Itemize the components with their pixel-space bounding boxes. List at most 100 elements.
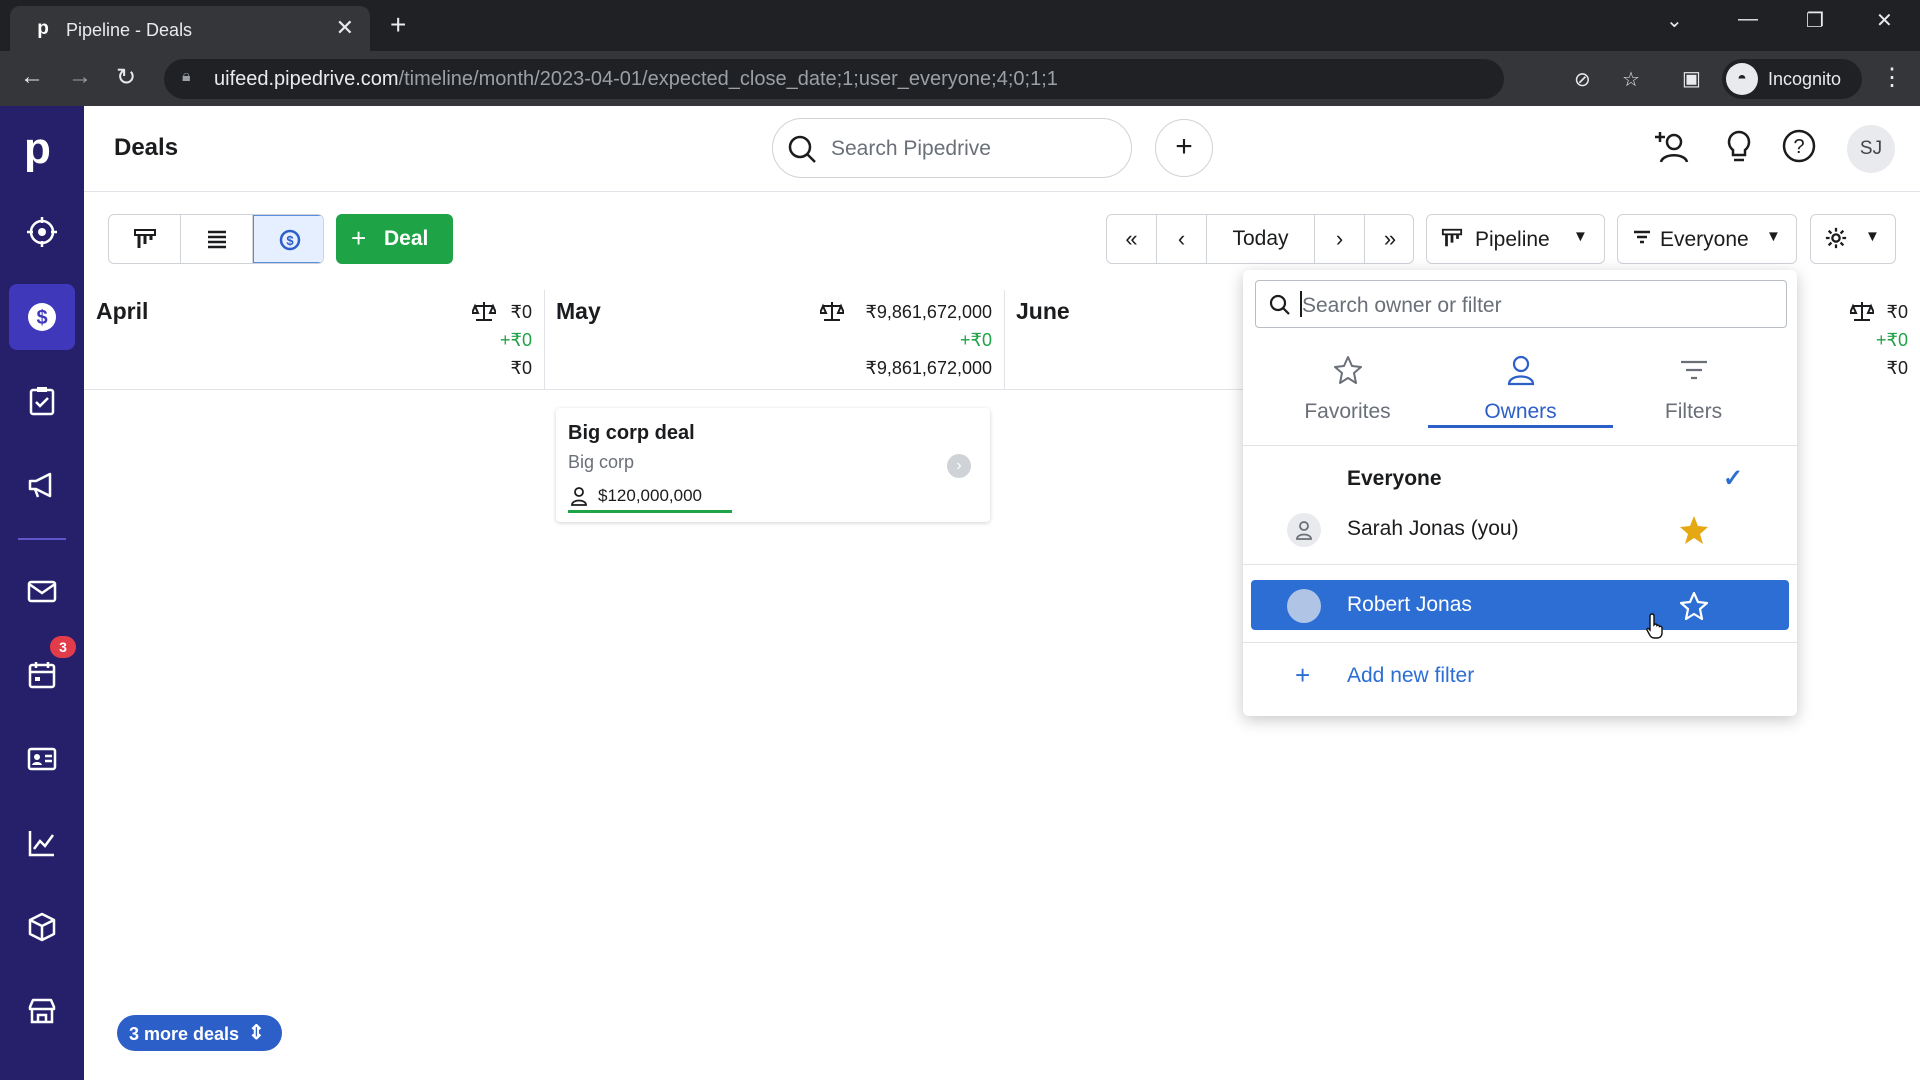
incognito-label: Incognito <box>1768 69 1842 89</box>
invite-user-icon[interactable] <box>1654 128 1694 168</box>
weighted-scale-icon <box>472 302 496 321</box>
insights-icon[interactable] <box>9 810 75 876</box>
back-icon[interactable]: ← <box>20 63 44 91</box>
activities-icon[interactable] <box>9 368 75 434</box>
marketplace-icon[interactable] <box>9 978 75 1044</box>
address-bar[interactable]: 🔒︎ uifeed.pipedrive.com/timeline/month/2… <box>164 59 1640 99</box>
column-total: ₹0 <box>1886 302 1908 322</box>
browser-tab[interactable]: p Pipeline - Deals ✕ <box>10 6 370 51</box>
previous-icon[interactable]: ‹ <box>1157 215 1207 263</box>
chevron-right-icon[interactable]: › <box>947 454 971 478</box>
help-icon[interactable]: ? <box>1781 128 1817 164</box>
lightbulb-icon[interactable] <box>1724 128 1754 168</box>
list-view-button[interactable] <box>181 215 253 263</box>
owner-filter-search-input[interactable]: Search owner or filter <box>1255 280 1787 328</box>
minimize-icon[interactable]: — <box>1738 8 1758 31</box>
jump-back-icon[interactable]: « <box>1107 215 1157 263</box>
close-tab-icon[interactable]: ✕ <box>336 15 354 41</box>
column-weighted: ₹0 <box>1886 358 1908 378</box>
svg-text:?: ? <box>1793 136 1804 158</box>
forward-icon[interactable]: → <box>68 63 92 91</box>
pipedrive-favicon-icon: p <box>37 18 49 39</box>
owner-option-everyone[interactable]: Everyone ✓ <box>1251 454 1789 504</box>
person-icon <box>1507 355 1535 386</box>
owner-name: Robert Jonas <box>1347 593 1472 616</box>
browser-menu-icon[interactable]: ⋮ <box>1880 63 1904 92</box>
plus-icon: + <box>351 223 367 253</box>
tab-search-icon[interactable]: ⌄ <box>1666 8 1683 33</box>
sort-chevrons-icon: ⇕ <box>248 1022 265 1044</box>
mail-icon[interactable] <box>9 558 75 624</box>
contacts-icon[interactable] <box>9 726 75 792</box>
pipeline-view-button[interactable] <box>109 215 181 263</box>
incognito-profile[interactable]: ◓ Incognito <box>1722 59 1862 99</box>
jump-forward-icon[interactable]: » <box>1365 215 1413 263</box>
add-deal-button[interactable]: + Deal <box>336 214 453 264</box>
forecast-icon: $ <box>279 229 301 251</box>
list-icon <box>208 230 226 249</box>
column-total: ₹0 <box>510 302 532 322</box>
app-header: Deals Search Pipedrive + ? SJ <box>84 106 1920 192</box>
products-icon[interactable] <box>9 894 75 960</box>
bookmark-star-icon[interactable]: ☆ <box>1622 67 1640 92</box>
filter-icon <box>1681 360 1707 380</box>
global-search-input[interactable]: Search Pipedrive <box>772 118 1132 178</box>
deals-icon[interactable]: $ <box>9 284 75 350</box>
side-panel-icon[interactable]: ▣ <box>1682 66 1701 91</box>
add-filter-label: Add new filter <box>1347 664 1475 687</box>
restore-icon[interactable]: ❐ <box>1806 8 1824 33</box>
person-icon <box>571 487 587 506</box>
pipedrive-logo[interactable]: p <box>24 124 51 174</box>
popup-divider <box>1243 564 1797 565</box>
reload-icon[interactable]: ↻ <box>116 63 136 92</box>
owner-option-robert-jonas[interactable]: Robert Jonas <box>1251 580 1789 630</box>
deal-title[interactable]: Big corp deal <box>568 422 695 445</box>
tab-filters[interactable]: Filters <box>1601 354 1786 428</box>
svg-text:$: $ <box>286 233 294 248</box>
focus-icon[interactable] <box>9 199 75 265</box>
owner-filter-dropdown[interactable]: Everyone ▼ <box>1617 214 1797 264</box>
quick-add-button[interactable]: + <box>1155 119 1213 177</box>
month-label: May <box>556 298 601 324</box>
owner-filter-label: Everyone <box>1660 228 1749 251</box>
add-deal-label: Deal <box>384 227 429 250</box>
more-deals-button[interactable]: 3 more deals ⇕ <box>117 1015 282 1051</box>
owner-name: Sarah Jonas (you) <box>1347 517 1519 540</box>
tab-owners[interactable]: Owners <box>1428 354 1613 428</box>
column-added: +₹0 <box>960 330 992 350</box>
campaigns-icon[interactable] <box>9 452 75 518</box>
avatar <box>1287 513 1321 547</box>
pipeline-dropdown[interactable]: Pipeline ▼ <box>1426 214 1605 264</box>
star-outline-icon[interactable] <box>1678 590 1710 622</box>
forecast-view-button[interactable]: $ <box>253 215 323 263</box>
tab-title: Pipeline - Deals <box>66 20 193 40</box>
settings-dropdown[interactable]: ▼ <box>1810 214 1896 264</box>
tracking-blocked-icon[interactable]: ⊘ <box>1574 67 1591 92</box>
pipeline-label: Pipeline <box>1475 228 1550 251</box>
owner-option-sarah-jonas[interactable]: Sarah Jonas (you) <box>1251 504 1789 554</box>
column-total: ₹9,861,672,000 <box>865 302 992 322</box>
close-window-icon[interactable]: ✕ <box>1876 8 1893 33</box>
popup-divider <box>1243 642 1797 643</box>
search-icon <box>1269 294 1290 315</box>
next-icon[interactable]: › <box>1315 215 1365 263</box>
sidebar-divider <box>18 538 66 540</box>
new-tab-icon[interactable]: + <box>390 9 406 41</box>
weighted-scale-icon <box>820 302 844 321</box>
checkmark-icon: ✓ <box>1723 465 1744 492</box>
user-avatar[interactable]: SJ <box>1847 125 1895 173</box>
tab-favorites[interactable]: Favorites <box>1255 354 1440 428</box>
deal-progress-bar <box>568 510 732 513</box>
more-deals-label: 3 more deals <box>129 1024 240 1044</box>
deal-card[interactable]: Big corp deal Big corp $120,000,000 › <box>556 408 990 522</box>
add-new-filter-button[interactable]: + Add new filter <box>1251 650 1789 700</box>
browser-tabbar: p Pipeline - Deals ✕ + ⌄ — ❐ ✕ <box>0 0 1920 51</box>
kanban-icon <box>1441 228 1463 247</box>
weighted-scale-icon <box>1850 302 1874 321</box>
today-button[interactable]: Today <box>1207 215 1315 263</box>
tab-label: Owners <box>1484 400 1557 423</box>
caret-down-icon: ▼ <box>1865 228 1880 245</box>
column-added: +₹0 <box>500 330 532 350</box>
star-outline-icon <box>1334 356 1362 384</box>
star-filled-icon[interactable] <box>1678 514 1710 546</box>
